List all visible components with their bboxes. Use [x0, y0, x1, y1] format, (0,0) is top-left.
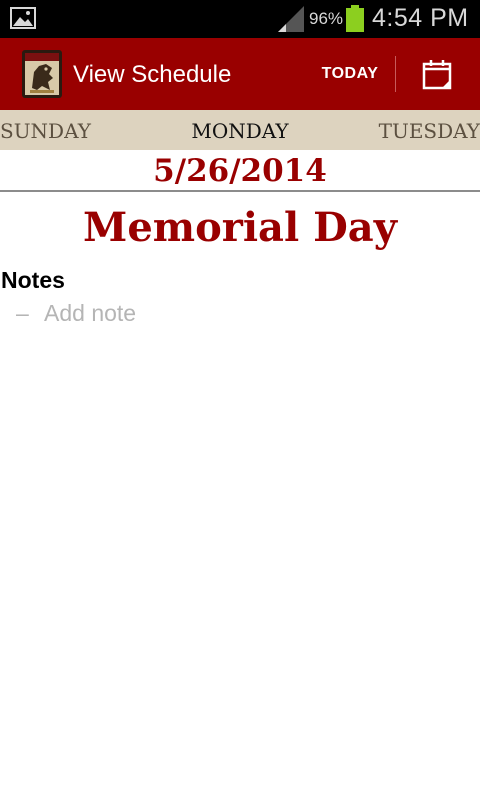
battery-icon — [346, 5, 364, 32]
clock: 4:54 PM — [372, 4, 469, 32]
add-note-placeholder: Add note — [44, 300, 137, 326]
status-bar: 96% 4:54 PM — [0, 0, 480, 38]
observance-title: Memorial Day — [83, 204, 397, 251]
date-heading: 5/26/2014 — [153, 153, 327, 189]
app-logo-icon[interactable] — [22, 50, 62, 98]
day-navigation-strip: MONDAY SUNDAY TUESDAY — [0, 110, 480, 150]
add-note-field[interactable]: – Add note — [16, 300, 136, 327]
today-button[interactable]: TODAY — [310, 38, 390, 110]
image-icon — [10, 7, 36, 29]
battery-percentage: 96% — [309, 9, 344, 28]
action-divider — [395, 56, 396, 92]
notes-heading: Notes — [1, 267, 65, 293]
day-next[interactable]: TUESDAY — [379, 119, 480, 143]
signal-strength-icon — [278, 6, 304, 32]
day-previous[interactable]: SUNDAY — [0, 119, 91, 143]
dash-icon: – — [16, 300, 29, 326]
calendar-icon — [422, 60, 452, 90]
divider — [0, 190, 480, 192]
calendar-button[interactable] — [410, 48, 464, 100]
screen-title: View Schedule — [73, 61, 232, 88]
action-bar: View Schedule TODAY — [0, 38, 480, 110]
